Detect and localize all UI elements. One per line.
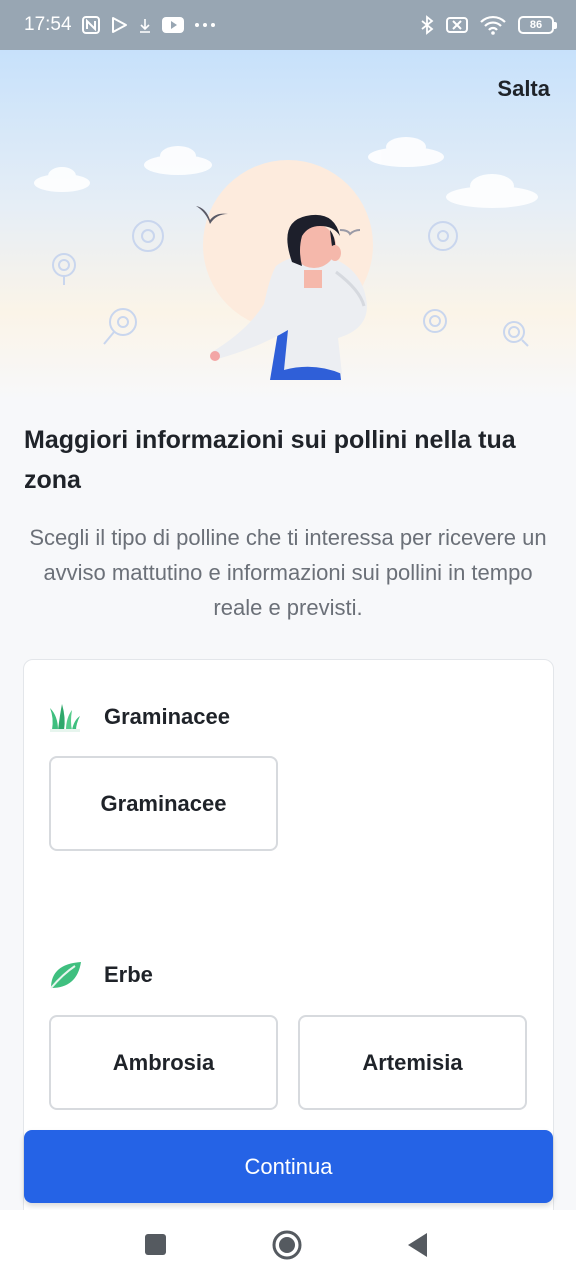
bluetooth-icon <box>420 15 434 35</box>
mute-icon <box>446 16 468 34</box>
woman-illustration <box>34 137 538 380</box>
option-ambrosia[interactable]: Ambrosia <box>49 1015 278 1110</box>
page-subtitle: Scegli il tipo di polline che ti interes… <box>29 525 547 620</box>
category-header-erbe: Erbe <box>48 958 153 992</box>
page-title: Maggiori informazioni sui pollini nella … <box>24 426 516 494</box>
status-time: 17:54 <box>24 14 72 35</box>
skip-button[interactable]: Salta <box>497 76 550 102</box>
option-artemisia[interactable]: Artemisia <box>298 1015 527 1110</box>
hero-illustration: Salta <box>0 50 576 400</box>
category-title: Erbe <box>104 962 153 987</box>
leaf-icon <box>50 962 81 989</box>
option-graminacee[interactable]: Graminacee <box>49 756 278 851</box>
status-bar: 17:54 86 <box>0 0 576 50</box>
recents-square-icon[interactable] <box>143 1232 169 1258</box>
back-triangle-icon[interactable] <box>405 1232 431 1258</box>
wifi-icon <box>480 15 506 35</box>
category-header-graminacee: Graminacee <box>48 700 230 734</box>
continue-button[interactable]: Continua <box>24 1130 553 1203</box>
youtube-icon <box>161 17 184 33</box>
play-store-icon <box>110 16 128 34</box>
battery-level: 86 <box>529 19 543 31</box>
nfc-icon <box>81 16 100 34</box>
home-circle-icon[interactable] <box>272 1230 302 1260</box>
download-icon <box>138 16 152 34</box>
more-dots-icon <box>194 22 216 28</box>
battery-icon: 86 <box>518 16 557 34</box>
system-nav-bar <box>0 1210 576 1280</box>
grass-icon <box>50 704 80 732</box>
category-title: Graminacee <box>104 704 230 729</box>
